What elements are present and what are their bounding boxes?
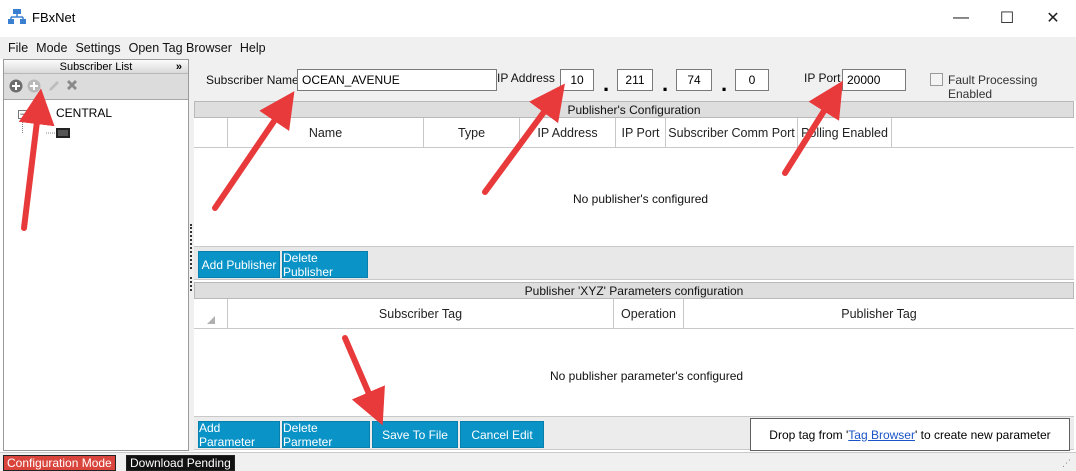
fault-processing-label: Fault Processing Enabled (948, 73, 1038, 101)
maximize-button[interactable]: ☐ (984, 0, 1030, 36)
resize-grip-icon[interactable]: ⋰ (1062, 458, 1071, 469)
ip-octet-4-input[interactable]: 0 (735, 69, 769, 91)
close-button[interactable]: ✕ (1030, 0, 1076, 36)
save-to-file-button[interactable]: Save To File (372, 421, 458, 448)
splitter-grip-bottom (190, 277, 192, 291)
edit-pencil-icon[interactable] (46, 78, 62, 94)
menu-settings[interactable]: Settings (71, 41, 124, 55)
column-publisher-tag[interactable]: Publisher Tag (684, 299, 1074, 329)
add-icon[interactable] (8, 78, 24, 94)
delete-parameter-button[interactable]: Delete Parmeter (282, 421, 370, 449)
subscriber-node-icon[interactable] (46, 127, 72, 138)
cancel-edit-button[interactable]: Cancel Edit (460, 421, 544, 448)
publisher-grid-header: Name Type IP Address IP Port Subscriber … (194, 118, 1074, 148)
column-type[interactable]: Type (424, 118, 520, 148)
column-subscriber-comm-port[interactable]: Subscriber Comm Port (666, 118, 798, 148)
collapse-panel-button[interactable]: » (176, 60, 182, 74)
publisher-empty-message: No publisher's configured (573, 192, 709, 206)
ip-octet-3-input[interactable]: 74 (676, 69, 712, 91)
add-parameter-button[interactable]: Add Parameter (198, 421, 280, 449)
column-operation[interactable]: Operation (614, 299, 684, 329)
fault-processing-checkbox[interactable] (930, 73, 943, 86)
column-subscriber-tag[interactable]: Subscriber Tag (228, 299, 614, 329)
title-bar: FBxNet — ☐ ✕ (0, 0, 1076, 37)
corner-triangle-icon (206, 316, 215, 324)
add-child-icon[interactable] (26, 78, 42, 94)
ip-port-label: IP Port (804, 71, 841, 85)
drop-hint-suffix: ' to create new parameter (914, 427, 1051, 442)
ip-separator: . (603, 71, 610, 96)
tree-connector (28, 114, 36, 115)
window-title: FBxNet (32, 10, 76, 25)
app-network-icon (8, 9, 26, 25)
tree-expander[interactable]: − (18, 110, 27, 119)
subscriber-name-label: Subscriber Name (206, 73, 299, 87)
column-name[interactable]: Name (228, 118, 424, 148)
column-polling-enabled[interactable]: Polling Enabled (798, 118, 892, 148)
tree-connector-vertical (22, 119, 23, 133)
publisher-config-header: Publisher's Configuration (194, 101, 1074, 118)
splitter-grip-top (190, 224, 192, 269)
menu-mode[interactable]: Mode (32, 41, 71, 55)
column-ip-address[interactable]: IP Address (520, 118, 616, 148)
subscriber-list-header: Subscriber List » (4, 60, 188, 74)
add-publisher-button[interactable]: Add Publisher (198, 251, 280, 278)
ip-separator: . (662, 71, 669, 96)
ip-port-input[interactable]: 20000 (842, 69, 906, 91)
ip-octet-2-input[interactable]: 211 (617, 69, 653, 91)
menu-help[interactable]: Help (236, 41, 270, 55)
parameters-grid-body: No publisher parameter's configured (194, 329, 1074, 416)
parameters-config-header: Publisher 'XYZ' Parameters configuration (194, 282, 1074, 299)
delete-publisher-button[interactable]: Delete Publisher (282, 251, 368, 279)
row-selector-header (194, 118, 228, 148)
menu-bar: File Mode Settings Open Tag Browser Help (0, 37, 1076, 59)
ip-separator: . (721, 71, 728, 96)
row-selector-header (194, 299, 228, 329)
drop-tag-hint: Drop tag from ' Tag Browser ' to create ne… (750, 418, 1070, 451)
menu-open-tag-browser[interactable]: Open Tag Browser (125, 41, 236, 55)
drop-hint-prefix: Drop tag from ' (769, 427, 849, 442)
download-pending-badge: Download Pending (126, 455, 235, 471)
tag-browser-link[interactable]: Tag Browser (848, 428, 915, 442)
publisher-grid-body: No publisher's configured (194, 148, 1074, 246)
subscriber-list-panel: Subscriber List » − CENTRAL (3, 59, 189, 451)
ip-address-label: IP Address (497, 71, 555, 85)
delete-icon[interactable] (64, 78, 80, 94)
status-bar: Configuration Mode Download Pending ⋰ (0, 452, 1076, 471)
ip-octet-1-input[interactable]: 10 (560, 69, 594, 91)
subscriber-details: Subscriber Name OCEAN_AVENUE IP Address … (194, 59, 1076, 101)
parameters-grid-header: Subscriber Tag Operation Publisher Tag (194, 299, 1074, 329)
subscriber-list-title: Subscriber List (59, 61, 133, 73)
configuration-mode-badge: Configuration Mode (3, 455, 116, 471)
publisher-button-strip: Add Publisher Delete Publisher (194, 246, 1074, 280)
column-ip-port[interactable]: IP Port (616, 118, 666, 148)
minimize-button[interactable]: — (938, 0, 984, 36)
menu-file[interactable]: File (4, 41, 32, 55)
subscriber-name-input[interactable]: OCEAN_AVENUE (297, 69, 497, 91)
subscriber-toolbar (4, 74, 188, 100)
tree-node-central[interactable]: CENTRAL (56, 106, 112, 120)
parameters-empty-message: No publisher parameter's configured (550, 369, 744, 383)
